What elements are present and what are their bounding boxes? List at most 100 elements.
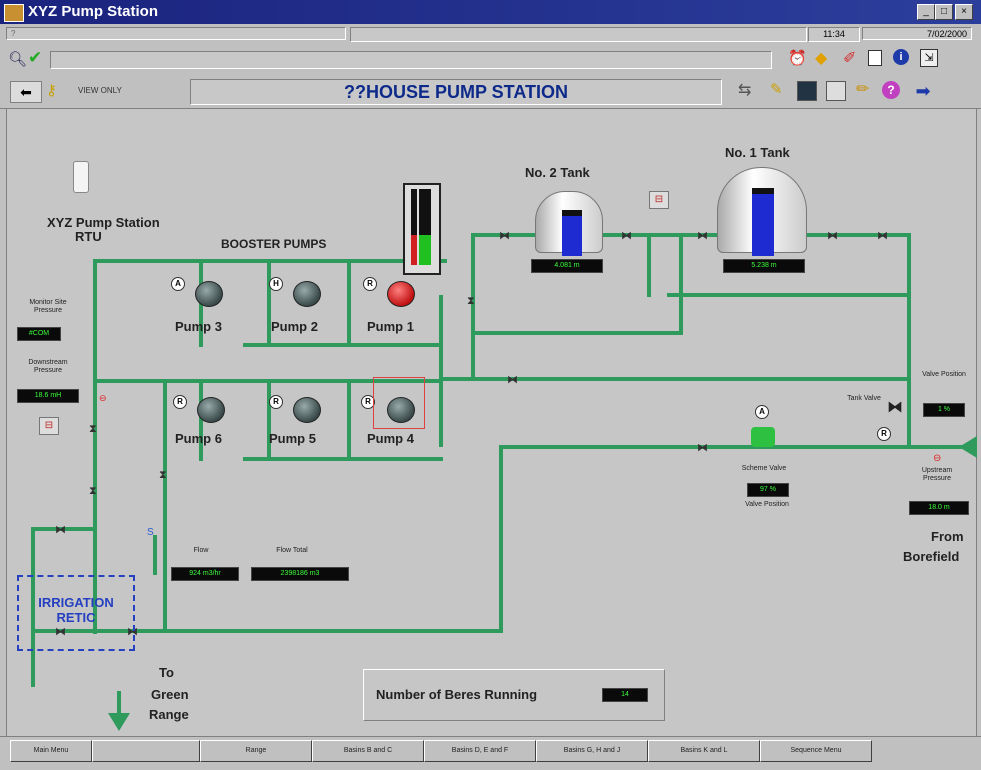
flow-sensor-icon: S [147, 527, 154, 538]
pipe [267, 379, 271, 461]
pump-4-label: Pump 4 [367, 431, 414, 446]
forward-arrow-icon[interactable]: ➡ [908, 81, 938, 101]
status-field-left: ? [6, 27, 346, 40]
upstream-label: Upstream Pressure [921, 467, 953, 482]
downstream-label: Downstream Pressure [28, 359, 68, 374]
pump-6-label: Pump 6 [175, 431, 222, 446]
page-title-text: ??HOUSE PUMP STATION [343, 82, 568, 102]
valve-icon[interactable]: ⧗ [89, 423, 97, 436]
valve-position-label: Valve Position [922, 371, 966, 378]
pipe [243, 343, 443, 347]
menu-blank-button[interactable] [92, 740, 200, 762]
beres-running-value: 14 [602, 688, 648, 702]
beres-running-label: Number of Beres Running [376, 687, 538, 702]
valve-icon[interactable]: ⧓ [507, 373, 518, 386]
to-range-line1: To [159, 665, 174, 680]
pipe [163, 379, 167, 633]
pump-mode-badge: R [363, 277, 377, 291]
status-time: 11:34 [808, 27, 860, 42]
tank2-title: No. 2 Tank [525, 165, 590, 180]
tank-valve-label: Tank Valve [847, 395, 881, 402]
back-link-icon[interactable]: ⇆ [738, 80, 751, 100]
alarm-link-button[interactable]: ⊟ [39, 417, 59, 435]
menu-range-button[interactable]: Range [200, 740, 312, 762]
irrigation-retic-box[interactable]: IRRIGATION RETIC [17, 575, 135, 651]
pipe [647, 233, 651, 297]
notes-icon[interactable] [868, 50, 882, 66]
status-row: ? 11:34 7/02/2000 [0, 24, 981, 45]
window-title: XYZ Pump Station [28, 3, 159, 20]
mimic-link-button[interactable]: ⊟ [649, 191, 669, 209]
help-icon[interactable]: ? [882, 81, 900, 99]
valve-icon[interactable]: ⧗ [159, 469, 167, 482]
tank-valve-icon[interactable]: ⧓ [887, 397, 903, 417]
valve-icon[interactable]: ⧗ [89, 485, 97, 498]
menu-sequence-button[interactable]: Sequence Menu [760, 740, 872, 762]
alarm-clock-icon[interactable]: ⏰ [788, 49, 807, 67]
menu-basins-bc-button[interactable]: Basins B and C [312, 740, 424, 762]
tank2-icon[interactable] [535, 191, 603, 256]
valve-icon[interactable]: ⧓ [499, 229, 510, 242]
tank2-level-fill [562, 210, 582, 256]
close-button[interactable]: × [955, 4, 973, 20]
marker-icon[interactable]: ✎ [770, 80, 783, 98]
valve-icon[interactable]: ⧓ [621, 229, 632, 242]
command-field[interactable] [50, 51, 772, 69]
pin-icon[interactable]: ✐ [843, 48, 856, 68]
scheme-valve-sub: Valve Position [745, 501, 789, 508]
to-range-line3: Range [149, 707, 189, 722]
pump-mode-badge: R [269, 395, 283, 409]
scheme-valve-icon[interactable] [751, 427, 775, 447]
scheme-valve-label: Scheme Valve [741, 465, 787, 472]
valve-icon[interactable]: ⧓ [697, 229, 708, 242]
downstream-sensor-icon: ⊖ [99, 393, 107, 403]
rtu-label-line1: XYZ Pump Station [47, 215, 160, 230]
flow-label: Flow [193, 547, 209, 554]
flow-value: 924 m3/hr [171, 567, 239, 581]
pump-5-icon[interactable] [293, 397, 321, 423]
minimize-button[interactable]: _ [917, 4, 935, 20]
pump-1-icon[interactable] [387, 281, 415, 307]
valve-icon[interactable]: ⧓ [55, 523, 66, 536]
check-icon[interactable]: ✔ [28, 48, 42, 68]
tank1-icon[interactable] [717, 167, 807, 256]
pipe [439, 295, 443, 447]
zoom-icon[interactable]: 🔍︎ [8, 50, 27, 68]
valve-icon[interactable]: ⧗ [467, 295, 475, 308]
menu-basins-ghj-button[interactable]: Basins G, H and J [536, 740, 648, 762]
back-arrow-icon[interactable]: ⬅ [10, 81, 42, 103]
pump-6-icon[interactable] [197, 397, 225, 423]
valve-icon[interactable]: ⧓ [877, 229, 888, 242]
printer-icon[interactable] [826, 81, 846, 101]
pipe [499, 445, 503, 633]
level-gauge-black [411, 189, 417, 235]
pump-5-label: Pump 5 [269, 431, 316, 446]
pencil-icon[interactable]: ✏ [856, 79, 869, 99]
maximize-button[interactable]: □ [935, 4, 953, 20]
exit-icon[interactable]: ⇲ [920, 49, 938, 67]
menu-basins-kl-button[interactable]: Basins K and L [648, 740, 760, 762]
monitor-site-label: Monitor Site Pressure [29, 299, 67, 314]
inlet-arrow-icon [959, 436, 977, 458]
pipe [499, 445, 967, 449]
beres-running-panel: Number of Beres Running 14 [363, 669, 665, 721]
info-icon[interactable]: i [893, 49, 909, 65]
menu-main-button[interactable]: Main Menu [10, 740, 92, 762]
pump-3-icon[interactable] [195, 281, 223, 307]
tank1-title: No. 1 Tank [725, 145, 790, 160]
valve-icon[interactable]: ⧓ [827, 229, 838, 242]
level-gauge-black2 [419, 189, 431, 235]
menu-basins-def-button[interactable]: Basins D, E and F [424, 740, 536, 762]
scheme-valve-mode: A [755, 405, 769, 419]
rtu-icon[interactable] [73, 161, 89, 193]
pipe [803, 233, 909, 237]
view-only-label: VIEW ONLY [78, 86, 122, 95]
diamond-icon[interactable]: ◆ [815, 48, 827, 68]
key-icon[interactable]: ⚷ [46, 81, 57, 99]
pump-1-label: Pump 1 [367, 319, 414, 334]
valve-icon[interactable]: ⧓ [697, 441, 708, 454]
pump-2-icon[interactable] [293, 281, 321, 307]
trend-icon[interactable] [797, 81, 817, 101]
pump-4-icon[interactable] [387, 397, 415, 423]
window-title-bar: XYZ Pump Station _ □ × [0, 0, 981, 24]
